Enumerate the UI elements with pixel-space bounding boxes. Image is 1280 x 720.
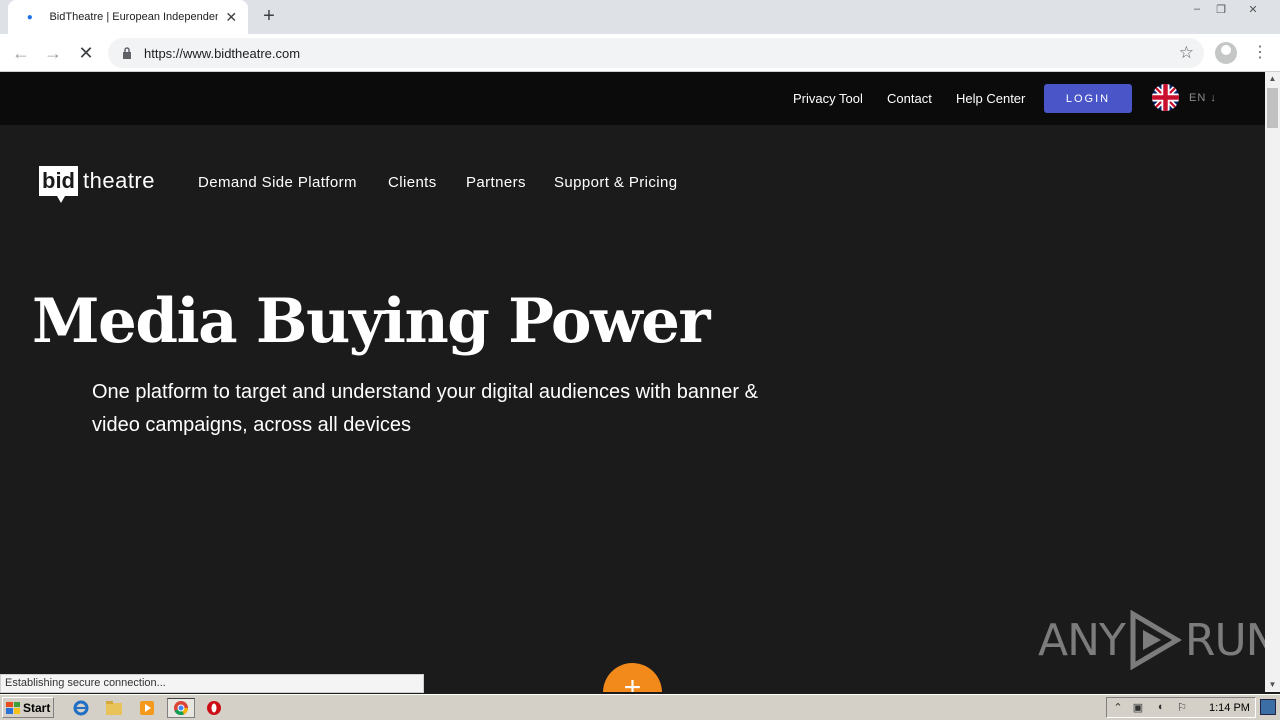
- profile-icon[interactable]: [1215, 42, 1237, 64]
- tab-title: BidTheatre | European Independent: [49, 11, 219, 23]
- nav-clients[interactable]: Clients: [388, 174, 437, 191]
- system-tray: ⌃ ▣ ◖ ⚐ 1:14 PM: [1106, 697, 1256, 718]
- url-text: https://www.bidtheatre.com: [144, 45, 301, 61]
- web-page: Privacy Tool Contact Help Center LOGIN E…: [0, 72, 1265, 692]
- anyrun-watermark: ANY RUN: [1038, 610, 1265, 670]
- taskbar: Start ⌃ ▣ ◖ ⚐ 1:14 PM: [0, 694, 1280, 720]
- page-scrollbar[interactable]: ▲ ▼: [1265, 72, 1280, 692]
- hero-subtitle: One platform to target and understand yo…: [92, 381, 758, 436]
- browser-toolbar: ← → ✕ https://www.bidtheatre.com ☆ ⋮: [0, 34, 1280, 72]
- clock: 1:14 PM: [1209, 702, 1250, 714]
- logo-bid: bid: [39, 166, 78, 203]
- nav-support-pricing[interactable]: Support & Pricing: [554, 174, 678, 191]
- scroll-up-icon[interactable]: ▲: [1265, 72, 1280, 86]
- help-center-link[interactable]: Help Center: [956, 91, 1025, 106]
- scroll-down-icon[interactable]: ▼: [1265, 678, 1280, 692]
- contact-link[interactable]: Contact: [887, 91, 932, 106]
- nav-demand-side-platform[interactable]: Demand Side Platform: [198, 174, 357, 191]
- loading-spinner-icon: ●: [26, 11, 33, 23]
- forward-arrow-icon[interactable]: →: [42, 42, 64, 64]
- scroll-thumb[interactable]: [1267, 88, 1278, 128]
- bidtheatre-logo[interactable]: bid theatre: [39, 166, 155, 203]
- browser-tab[interactable]: ● BidTheatre | European Independent ✕: [8, 0, 248, 34]
- nav-partners[interactable]: Partners: [466, 174, 526, 191]
- back-arrow-icon[interactable]: ←: [10, 42, 32, 64]
- new-tab-button[interactable]: +: [258, 6, 280, 28]
- tray-expand-icon[interactable]: ⌃: [1111, 701, 1125, 715]
- volume-icon[interactable]: ◖: [1153, 701, 1167, 715]
- utility-bar: Privacy Tool Contact Help Center LOGIN E…: [0, 72, 1265, 125]
- restore-button[interactable]: ❐: [1208, 0, 1234, 18]
- address-bar[interactable]: https://www.bidtheatre.com ☆: [108, 38, 1204, 68]
- play-icon: [1130, 610, 1182, 670]
- flag-icon[interactable]: ⚐: [1175, 701, 1189, 715]
- opera-icon[interactable]: [203, 698, 225, 718]
- language-selector[interactable]: EN ↓: [1189, 92, 1217, 104]
- network-icon[interactable]: ▣: [1131, 701, 1145, 715]
- close-window-button[interactable]: ✕: [1240, 0, 1266, 18]
- status-bar: Establishing secure connection...: [0, 674, 424, 693]
- star-icon[interactable]: ☆: [1179, 43, 1194, 63]
- minimize-button[interactable]: –: [1184, 0, 1210, 18]
- privacy-tool-link[interactable]: Privacy Tool: [793, 91, 863, 106]
- media-player-icon[interactable]: [136, 698, 158, 718]
- ie-icon[interactable]: [70, 698, 92, 718]
- watermark-run: RUN: [1184, 614, 1265, 666]
- start-label: Start: [23, 700, 51, 715]
- login-button[interactable]: LOGIN: [1044, 84, 1132, 113]
- tab-close-icon[interactable]: ✕: [224, 9, 238, 26]
- hero-title: Media Buying Power: [32, 286, 711, 357]
- expand-button[interactable]: +: [603, 663, 662, 692]
- kebab-menu-icon[interactable]: ⋮: [1252, 42, 1268, 62]
- windows-logo-icon: [6, 701, 20, 714]
- stop-icon[interactable]: ✕: [75, 42, 97, 64]
- watermark-any: ANY: [1038, 614, 1126, 666]
- uk-flag-icon[interactable]: [1152, 84, 1179, 111]
- chrome-icon[interactable]: [167, 698, 195, 718]
- show-desktop-button[interactable]: [1260, 699, 1276, 715]
- browser-tabstrip: ● BidTheatre | European Independent ✕ + …: [0, 0, 1280, 34]
- start-button[interactable]: Start: [2, 697, 54, 718]
- explorer-folder-icon[interactable]: [103, 698, 125, 718]
- logo-theatre: theatre: [83, 168, 155, 193]
- lock-icon: [120, 46, 134, 60]
